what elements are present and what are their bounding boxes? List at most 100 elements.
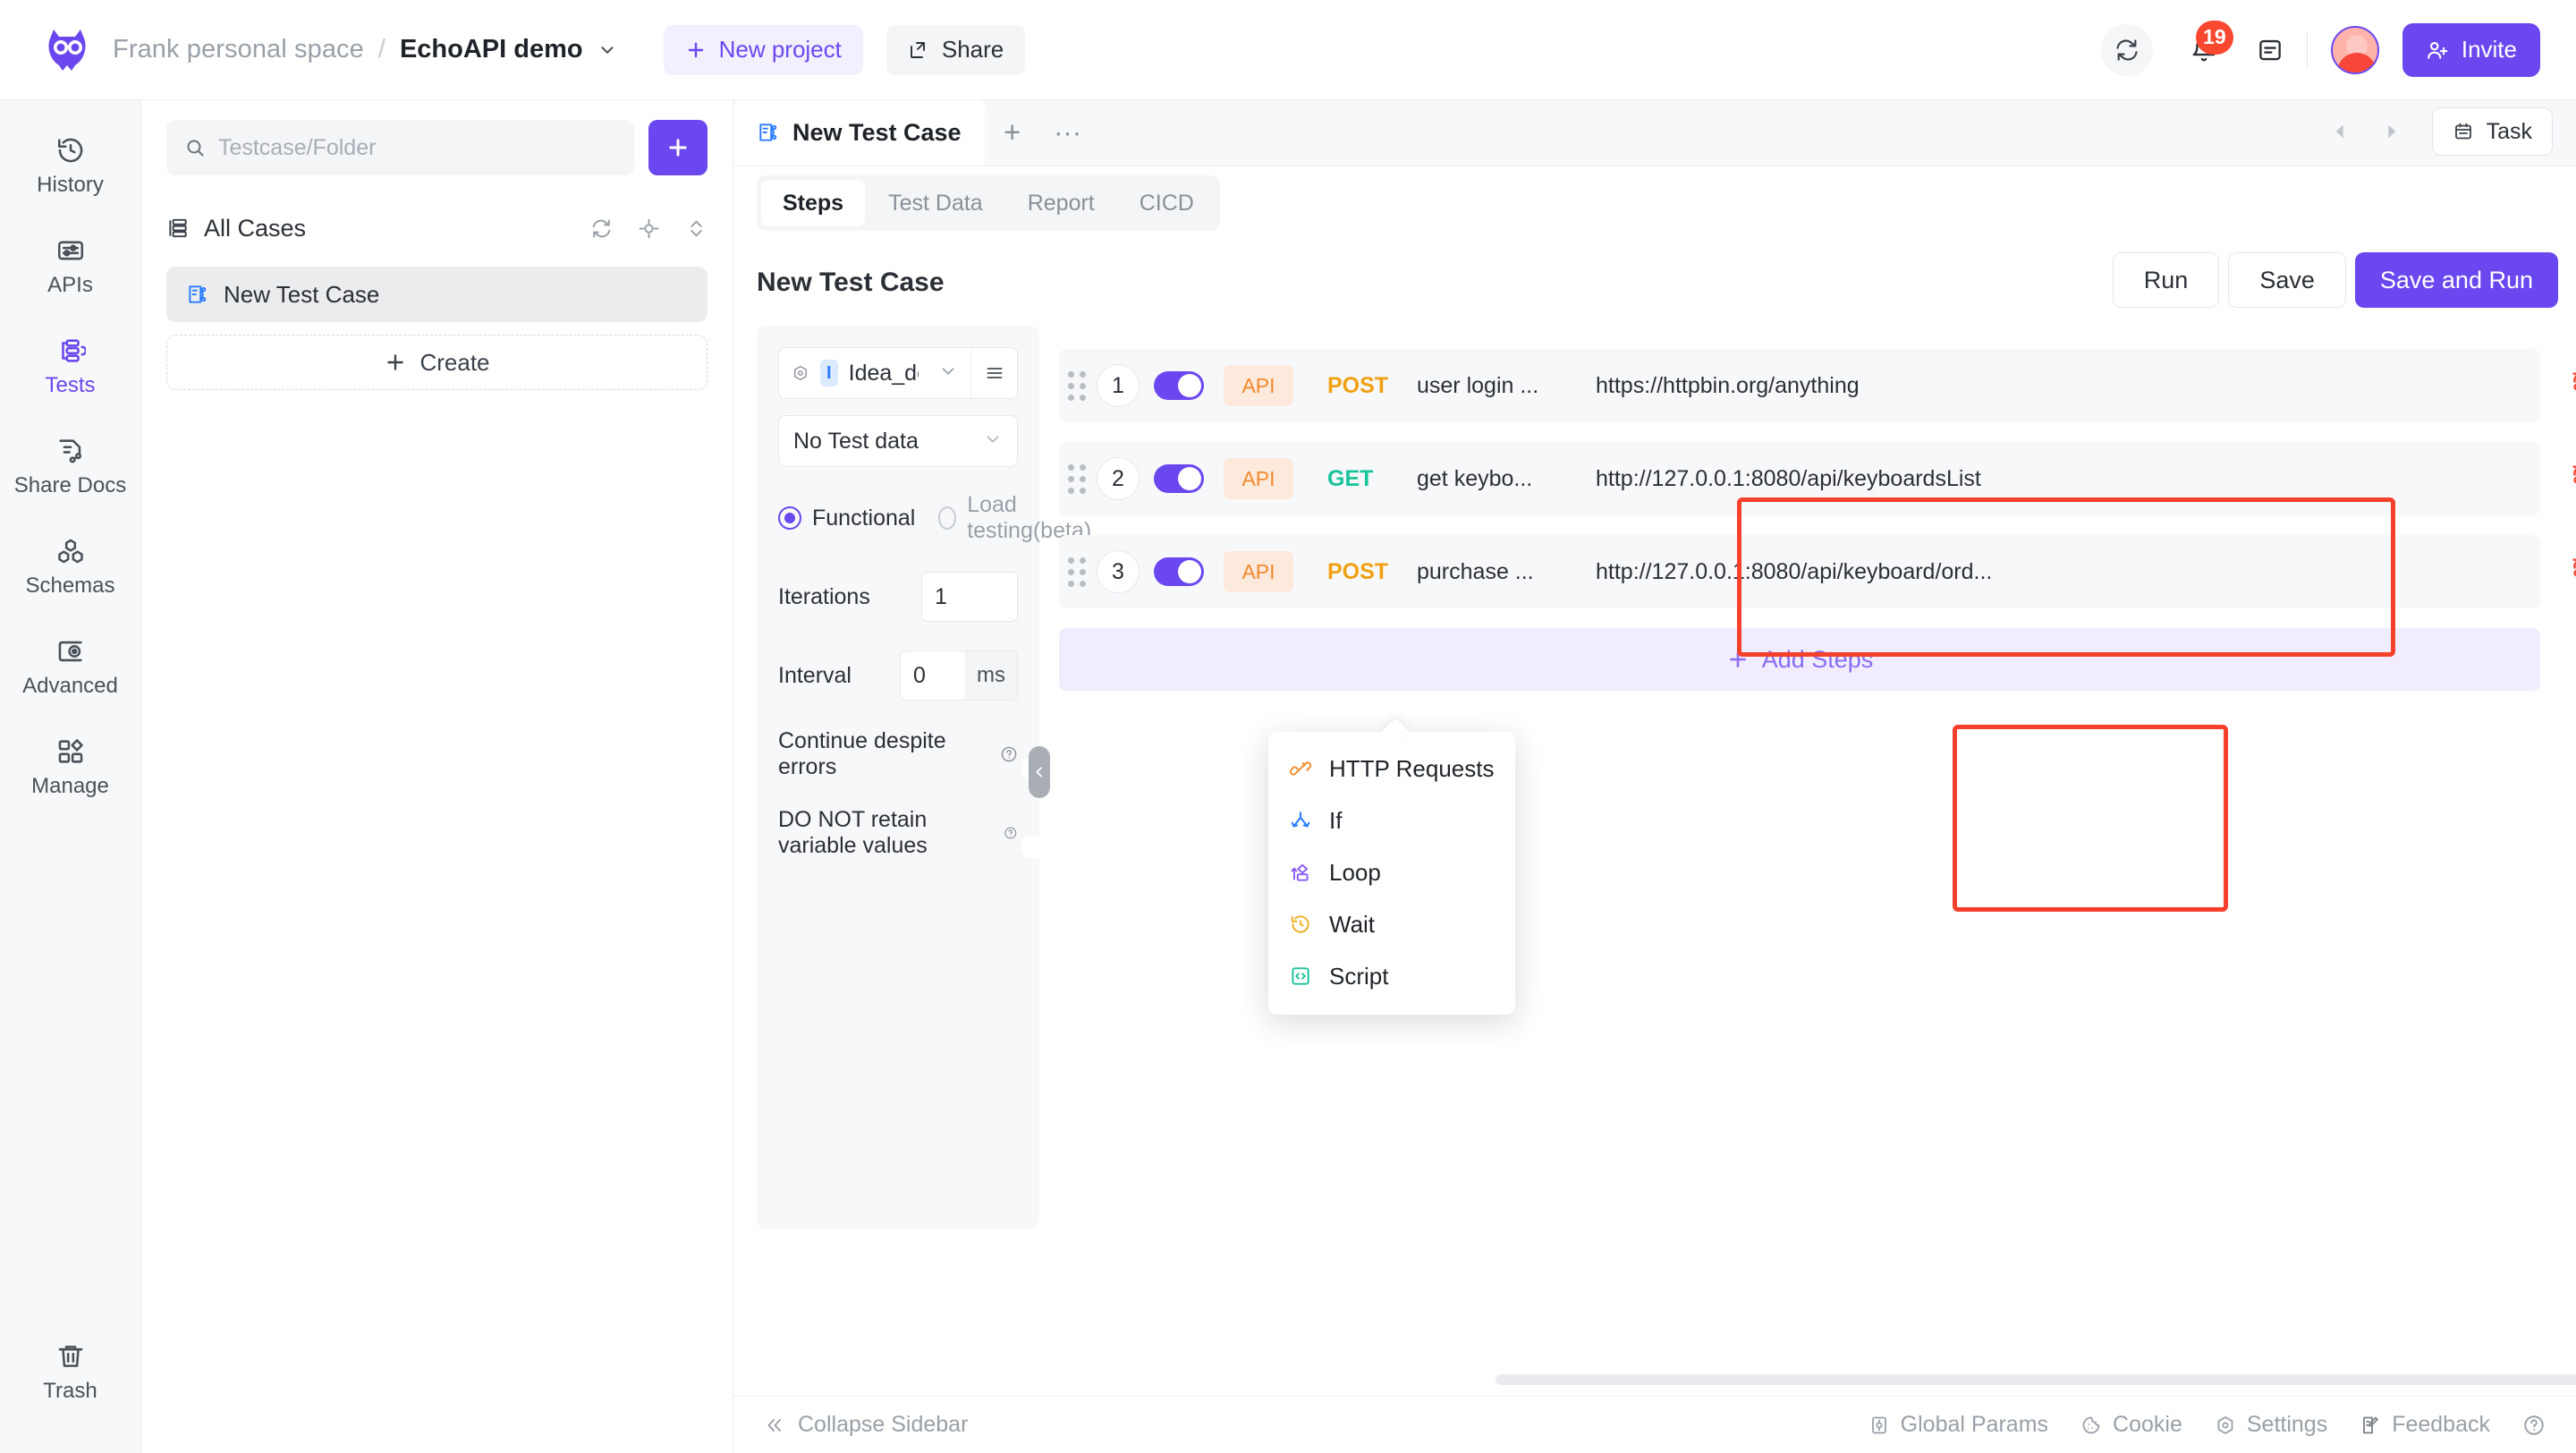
radio-functional[interactable]: Functional xyxy=(778,506,915,531)
workspace-name[interactable]: Frank personal space xyxy=(113,35,364,64)
test-data-select[interactable]: No Test data xyxy=(778,415,1018,467)
global-params-button[interactable]: Global Params xyxy=(1868,1412,2048,1438)
table-row[interactable]: 2 API GET get keybo... http://127.0.0.1:… xyxy=(1059,442,2576,515)
step-enable-toggle[interactable] xyxy=(1154,371,1204,400)
table-row[interactable]: 3 API POST purchase ... http://127.0.0.1… xyxy=(1059,535,2576,608)
help-circle-icon[interactable] xyxy=(1000,744,1018,764)
menu-item-wait[interactable]: Wait xyxy=(1268,898,1515,950)
interval-input[interactable]: 0 xyxy=(901,651,965,700)
add-steps-button[interactable]: Add Steps xyxy=(1059,628,2540,691)
menu-item-if[interactable]: If xyxy=(1268,794,1515,846)
mode-radio-group: Functional Load testing(beta) xyxy=(778,492,1091,544)
collapse-config-handle[interactable] xyxy=(1029,746,1050,798)
settings-label: Settings xyxy=(2246,1412,2328,1437)
locate-icon[interactable] xyxy=(638,217,660,240)
save-button[interactable]: Save xyxy=(2228,252,2346,308)
project-chevron-down-icon[interactable] xyxy=(597,40,617,60)
avatar[interactable] xyxy=(2330,25,2379,74)
header-divider xyxy=(2306,30,2308,69)
drag-handle[interactable] xyxy=(1059,370,1095,401)
create-label: Create xyxy=(419,348,490,376)
list-item[interactable]: New Test Case xyxy=(166,267,708,322)
sidebar-item-label: Advanced xyxy=(22,674,118,698)
interval-label: Interval xyxy=(778,662,852,688)
sidebar-item-label: APIs xyxy=(47,273,93,297)
tab-report[interactable]: Report xyxy=(1006,180,1116,226)
next-icon xyxy=(2387,124,2396,139)
step-type-badge: API xyxy=(1224,458,1293,499)
double-chevron-left-icon xyxy=(767,1418,781,1432)
sidebar-item-manage[interactable]: Manage xyxy=(0,718,141,818)
app-logo[interactable] xyxy=(43,26,91,74)
prev-tab-button[interactable] xyxy=(2319,108,2362,155)
advanced-eye-icon xyxy=(58,641,82,662)
sidebar-item-trash[interactable]: Trash xyxy=(0,1322,141,1423)
step-number: 3 xyxy=(1097,550,1140,593)
unlink-icon[interactable] xyxy=(2569,555,2576,590)
settings-button[interactable]: Settings xyxy=(2215,1412,2327,1438)
new-tab-button[interactable]: + xyxy=(985,99,1040,166)
environment-select-main[interactable]: I Idea_dev xyxy=(779,360,970,387)
invite-button[interactable]: Invite xyxy=(2402,22,2540,77)
environment-menu-button[interactable] xyxy=(970,348,1017,398)
refresh-icon[interactable] xyxy=(590,217,613,240)
tab-new-test-case[interactable]: New Test Case xyxy=(733,99,985,166)
sidebar-item-share-docs[interactable]: Share Docs xyxy=(0,417,141,517)
tab-test-data[interactable]: Test Data xyxy=(867,180,1004,226)
drag-handle[interactable] xyxy=(1059,463,1095,494)
sidebar-item-history[interactable]: History xyxy=(0,116,141,217)
sort-icon[interactable] xyxy=(685,217,708,240)
run-button[interactable]: Run xyxy=(2112,252,2220,308)
step-name: get keybo... xyxy=(1417,465,1533,491)
help-circle-icon[interactable] xyxy=(1004,823,1018,843)
refresh-button[interactable] xyxy=(2100,23,2153,76)
tab-cicd[interactable]: CICD xyxy=(1118,180,1216,226)
unlink-icon[interactable] xyxy=(2569,369,2576,404)
avatar-body xyxy=(2336,52,2377,72)
notifications-button[interactable]: 19 xyxy=(2174,20,2233,76)
sidebar-item-apis[interactable]: APIs xyxy=(0,217,141,317)
subtab-bar: Steps Test Data Report CICD xyxy=(733,166,2576,240)
step-enable-toggle[interactable] xyxy=(1154,557,1204,586)
next-tab-button[interactable] xyxy=(2369,108,2412,155)
menu-item-script[interactable]: Script xyxy=(1268,950,1515,1002)
new-project-button[interactable]: New project xyxy=(663,24,863,75)
tab-overflow-button[interactable]: ··· xyxy=(1040,99,1096,166)
menu-item-label: HTTP Requests xyxy=(1329,754,1495,782)
search-input[interactable] xyxy=(217,134,616,161)
environment-select[interactable]: I Idea_dev xyxy=(778,347,1018,399)
save-and-run-button[interactable]: Save and Run xyxy=(2354,252,2558,308)
menu-item-label: If xyxy=(1329,806,1343,834)
create-button[interactable]: Create xyxy=(166,335,708,390)
table-row[interactable]: 1 API POST user login ... https://httpbi… xyxy=(1059,349,2576,422)
unlink-icon[interactable] xyxy=(2569,462,2576,497)
cookie-button[interactable]: Cookie xyxy=(2080,1412,2182,1438)
project-name[interactable]: EchoAPI demo xyxy=(400,35,583,64)
menu-item-http-requests[interactable]: HTTP Requests xyxy=(1268,743,1515,794)
sidebar-item-schemas[interactable]: Schemas xyxy=(0,517,141,617)
header-right-actions: 19 Invite xyxy=(2100,20,2540,77)
horizontal-scrollbar[interactable] xyxy=(1496,1374,2576,1385)
sidebar-item-label: Tests xyxy=(45,373,96,397)
step-method: POST xyxy=(1327,372,1389,398)
drag-handle[interactable] xyxy=(1059,557,1095,587)
environment-value: Idea_dev xyxy=(848,360,919,386)
collapse-sidebar-button[interactable]: Collapse Sidebar xyxy=(764,1412,968,1438)
feedback-button[interactable]: Feedback xyxy=(2360,1412,2490,1438)
task-button[interactable]: Task xyxy=(2431,107,2553,156)
sidebar-item-tests[interactable]: Tests xyxy=(0,317,141,417)
step-enable-toggle[interactable] xyxy=(1154,464,1204,493)
loop-icon xyxy=(1288,861,1313,884)
help-button[interactable] xyxy=(2522,1414,2546,1437)
search-box[interactable] xyxy=(166,120,634,175)
api-sliders-icon xyxy=(57,241,83,260)
tab-steps[interactable]: Steps xyxy=(761,180,866,226)
invite-label: Invite xyxy=(2461,36,2517,63)
sidebar-item-advanced[interactable]: Advanced xyxy=(0,617,141,718)
add-testcase-button[interactable] xyxy=(648,120,708,175)
notes-button[interactable] xyxy=(2257,37,2284,64)
share-button[interactable]: Share xyxy=(886,24,1026,75)
interval-input-group[interactable]: 0 ms xyxy=(900,650,1018,701)
menu-item-loop[interactable]: Loop xyxy=(1268,846,1515,898)
iterations-input[interactable]: 1 xyxy=(921,572,1018,622)
